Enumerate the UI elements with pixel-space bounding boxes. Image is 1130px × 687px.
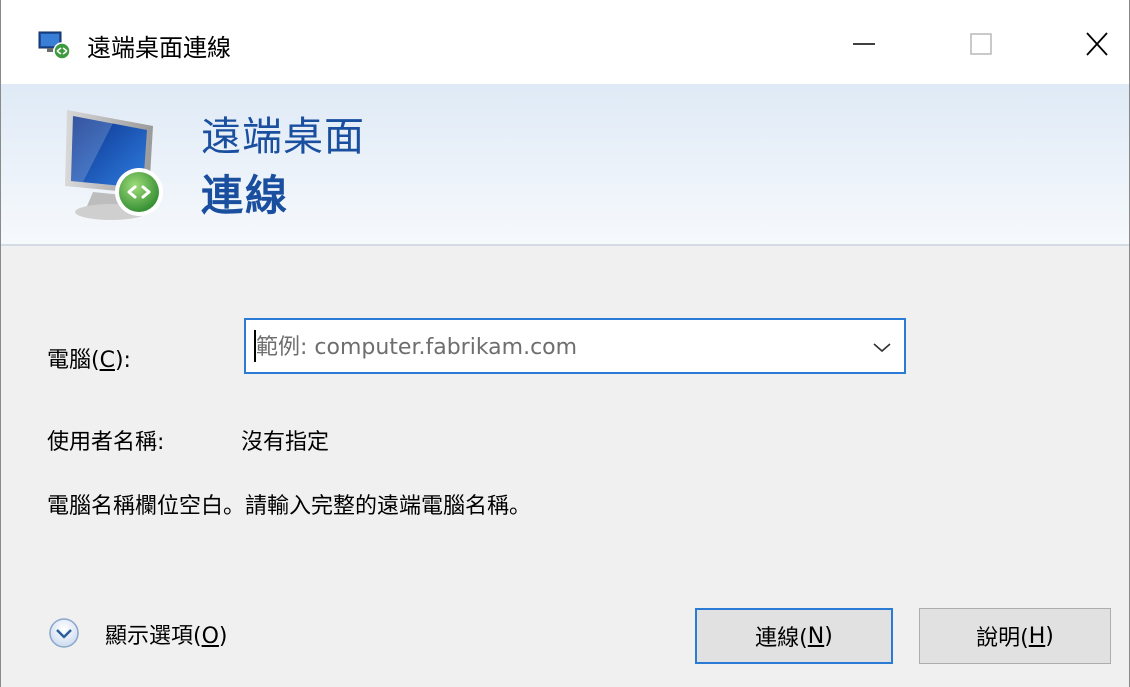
status-message: 電腦名稱欄位空白。請輸入完整的遠端電腦名稱。 <box>47 494 532 519</box>
username-value: 沒有指定 <box>241 430 330 455</box>
window-title: 遠端桌面連線 <box>87 34 231 62</box>
remote-desktop-window: 遠端桌面連線 遠端桌面 連線 電腦(C): 範例: computer.fabri… <box>0 0 1130 687</box>
close-icon <box>1086 32 1108 56</box>
chevron-down-icon[interactable] <box>870 336 894 358</box>
maximize-button[interactable] <box>939 0 1035 84</box>
header-banner: 遠端桌面 連線 <box>1 84 1129 246</box>
show-options-label[interactable]: 顯示選項(O) <box>105 618 228 650</box>
minimize-button[interactable] <box>815 0 911 84</box>
close-button[interactable] <box>1051 0 1130 84</box>
remote-desktop-icon <box>38 31 71 60</box>
computer-input[interactable] <box>254 328 858 366</box>
help-button[interactable]: 說明(H) <box>919 608 1111 664</box>
computer-label: 電腦(C): <box>47 348 131 373</box>
connect-button[interactable]: 連線(N) <box>695 608 893 664</box>
maximize-icon <box>970 33 992 55</box>
minimize-icon <box>853 43 875 45</box>
banner-title-line1: 遠端桌面 <box>201 114 365 160</box>
username-label: 使用者名稱: <box>47 430 165 455</box>
banner-title-line2: 連線 <box>201 171 290 220</box>
remote-desktop-logo-icon <box>65 110 163 220</box>
chevron-down-circle-icon[interactable] <box>47 616 81 650</box>
title-bar[interactable]: 遠端桌面連線 <box>1 0 1129 84</box>
text-cursor <box>254 330 256 362</box>
computer-combobox[interactable] <box>244 318 906 374</box>
